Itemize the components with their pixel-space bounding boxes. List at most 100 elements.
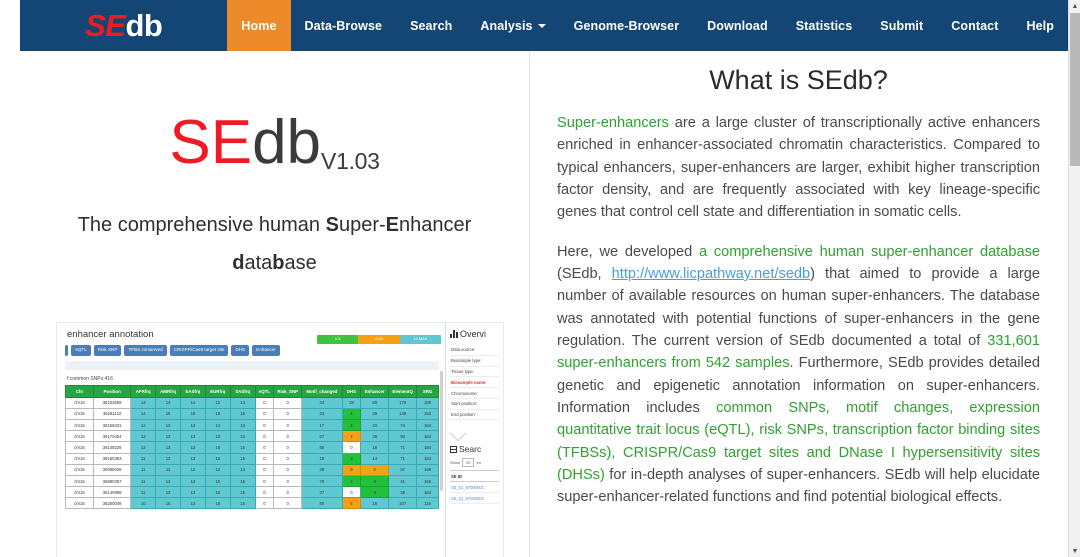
nav-item-help[interactable]: Help: [1013, 0, 1069, 51]
table-cell-motif: 37: [301, 486, 343, 499]
logo-db-text: db: [125, 7, 163, 43]
table-cell-position: 36250049: [92, 497, 132, 510]
table-cell-sas: 15: [229, 486, 256, 499]
table-cell-enh: 16: [360, 497, 390, 510]
sedb-url-link[interactable]: http://www.licpathway.net/sedb: [612, 266, 810, 282]
screenshot-btn-risk-snp[interactable]: Risk SNP: [93, 345, 122, 356]
table-cell-eqtl: 0: [254, 497, 275, 510]
table-row: chr16 36160363 11 13 13 15 15 0 0 19 3 14 71 164: [65, 452, 439, 465]
product-screenshot[interactable]: enhancer annotation eQTL Risk SNP TFBS c…: [56, 322, 504, 557]
screenshot-inner-scrollbar[interactable]: [440, 371, 443, 491]
scrollbar-thumb[interactable]: [1070, 13, 1080, 166]
table-row: chr16 36233569 14 14 14 12 14 0 0 24 19 60 179 109: [65, 396, 439, 409]
table-cell-srg: 169: [416, 463, 439, 476]
table-cell-position: 36085036: [92, 463, 132, 476]
table-cell-dhs: 0: [341, 486, 362, 499]
p2-text-5: for in-depth analyses of super-enhancers…: [557, 466, 1040, 506]
nav-item-analysis[interactable]: Analysis: [466, 0, 559, 51]
table-cell-afr: 11: [130, 474, 157, 488]
table-cell-enh: 23: [360, 418, 390, 432]
nav-item-data-browse[interactable]: Data-Browse: [291, 0, 397, 51]
table-cell-position: 36160363: [92, 452, 132, 465]
table-cell-eur: 14: [204, 463, 231, 476]
nav-item-genome-browser[interactable]: Genome-Browser: [560, 0, 694, 51]
table-row: chr16 36261122 14 16 16 16 16 0 0 34 4 36 149 153: [65, 407, 439, 420]
chevron-down-large-icon: [449, 424, 467, 442]
se-id-value-2[interactable]: SE_01_87000002: [450, 492, 499, 505]
table-cell-sas: 15: [229, 452, 256, 465]
table-cell-risk: 0: [273, 407, 303, 420]
scroll-down-arrow-icon[interactable]: ▼: [1069, 545, 1080, 557]
table-cell-amr: 15: [155, 497, 181, 510]
table-cell-afr: 12: [130, 418, 157, 432]
table-cell-eas: 13: [179, 474, 206, 488]
screenshot-data-table: Chr Position AFRfrq AMRfrq EASfrq EURfrq…: [65, 384, 439, 510]
table-cell-motif: 70: [301, 474, 343, 488]
th-amrfrq: AMRfrq: [155, 384, 181, 398]
page-scrollbar[interactable]: ▲ ▼: [1068, 0, 1080, 557]
scroll-up-arrow-icon[interactable]: ▲: [1069, 0, 1080, 12]
table-cell-srg: 164: [416, 486, 439, 499]
table-cell-elem: 74: [388, 418, 418, 432]
screenshot-btn-tfbs[interactable]: TFBS conserved: [124, 345, 167, 356]
table-cell-elem: 93: [388, 430, 418, 443]
table-cell-afr: 11: [130, 486, 157, 499]
table-cell-afr: 10: [130, 497, 157, 510]
article-panel: What is SEdb? Super-enhancers are a larg…: [531, 51, 1068, 557]
screenshot-btn-crispr[interactable]: CRISPR/Cas9 target site: [169, 345, 229, 356]
table-cell-elem: 71: [388, 452, 418, 465]
nav-label-download: Download: [707, 18, 768, 33]
table-cell-position: 36261122: [92, 407, 132, 420]
nav-item-download[interactable]: Download: [693, 0, 782, 51]
se-id-row: SE_01_87000002: [450, 492, 499, 505]
main-navbar: SE db Home Data-Browse Search Analysis Ge…: [20, 0, 1068, 51]
th-motif-changed: Motif_changed: [301, 384, 343, 398]
screenshot-button-row: eQTL Risk SNP TFBS conserved CRISPR/Cas9…: [65, 345, 439, 356]
hero-tagline: The comprehensive human Super-Enhancer d…: [20, 206, 529, 282]
screenshot-btn-handle[interactable]: [65, 345, 69, 356]
th-eqtl: eQTL: [254, 384, 275, 398]
legend-range-low: 0-3: [317, 335, 359, 344]
table-cell-elem: 107: [388, 497, 418, 510]
table-cell-eas: 13: [179, 430, 206, 443]
table-cell-chr: chr16: [65, 430, 94, 443]
p2-highlight-1: a comprehensive human super-enhancer dat…: [698, 243, 1040, 260]
nav-item-home[interactable]: Home: [227, 0, 291, 51]
se-id-header: SE ID: [450, 470, 499, 483]
table-cell-amr: 13: [155, 452, 181, 465]
th-elementq: ElementQ: [388, 384, 418, 398]
overview-field-end-position: End position:: [450, 410, 499, 421]
show-suffix: en: [476, 460, 481, 466]
table-cell-eqtl: 0: [254, 441, 275, 454]
page-title: What is SEdb?: [709, 65, 888, 95]
th-sasfrq: SASfrq: [229, 384, 256, 398]
table-cell-eqtl: 0: [254, 486, 275, 499]
nav-item-submit[interactable]: Submit: [866, 0, 937, 51]
paragraph-definition: Super-enhancers are a large cluster of t…: [557, 112, 1040, 224]
se-id-value-1[interactable]: SE_01_87000001: [450, 481, 499, 494]
table-cell-motif: 24: [301, 396, 343, 409]
table-cell-position: 36140999: [92, 486, 132, 499]
nav-label-help: Help: [1026, 18, 1054, 33]
table-cell-eur: 15: [204, 474, 231, 488]
nav-item-search[interactable]: Search: [396, 0, 466, 51]
table-cell-srg: 166: [416, 474, 439, 488]
th-risk-snp: Risk_SNP: [273, 384, 303, 398]
nav-item-statistics[interactable]: Statistics: [782, 0, 867, 51]
th-easfrq: EASfrq: [179, 384, 206, 398]
nav-item-contact[interactable]: Contact: [937, 0, 1012, 51]
screenshot-btn-eqtl[interactable]: eQTL: [71, 345, 91, 356]
table-cell-eas: 12: [179, 463, 206, 476]
table-row: chr16 36250049 10 15 13 15 15 0 0 80 5 16 107 116: [65, 497, 439, 510]
screenshot-btn-enhancer[interactable]: Enhancer: [252, 345, 280, 356]
overview-field-biosample-name: Biosample name:: [450, 377, 499, 389]
nav-label-search: Search: [410, 18, 453, 33]
show-entries-select[interactable]: 20: [462, 458, 475, 468]
table-cell-risk: 0: [273, 430, 303, 443]
screenshot-btn-dhs[interactable]: DHS: [231, 345, 250, 356]
table-cell-sas: 16: [229, 407, 256, 420]
table-cell-amr: 13: [155, 418, 181, 432]
site-logo[interactable]: SE db: [20, 0, 227, 51]
table-cell-srg: 164: [416, 418, 439, 432]
tagline-text-d: ata: [244, 252, 273, 274]
